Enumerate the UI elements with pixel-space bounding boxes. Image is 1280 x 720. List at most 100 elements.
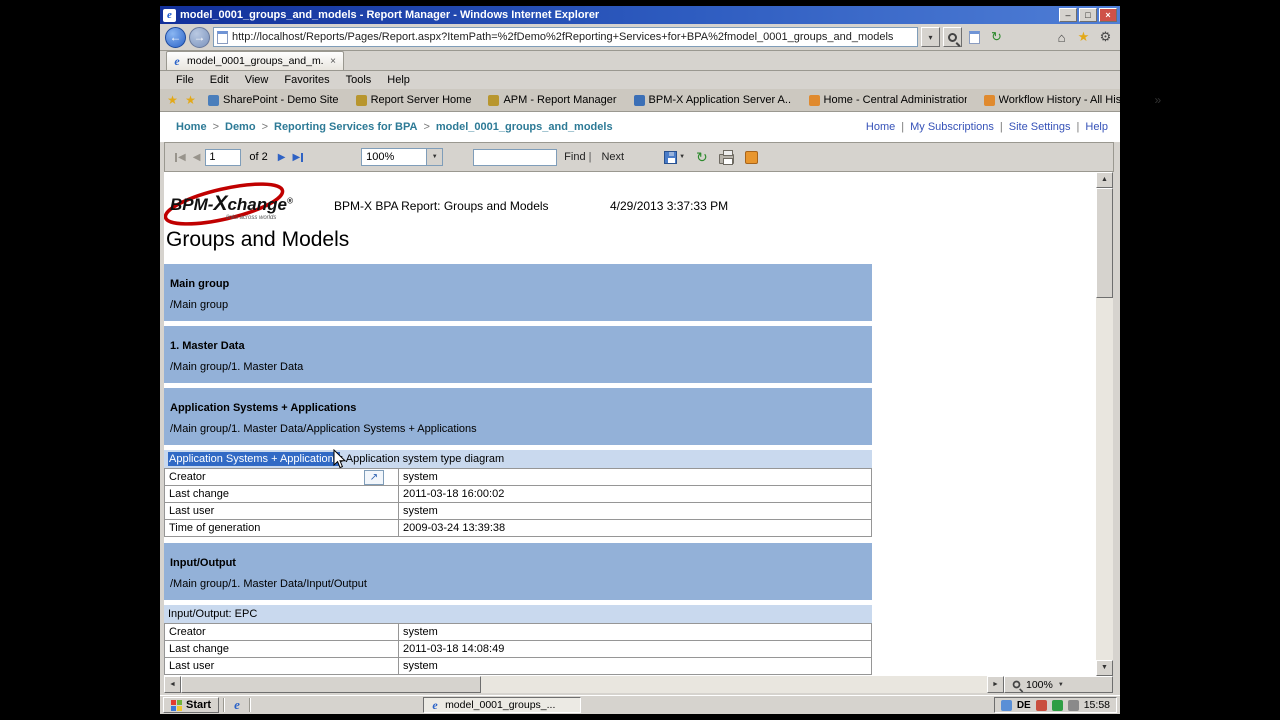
link-help[interactable]: Help bbox=[1085, 121, 1108, 133]
group-path: /Main group/1. Master Data bbox=[170, 361, 304, 373]
group-path: /Main group/1. Master Data/Input/Output bbox=[170, 578, 367, 590]
tab-close-icon[interactable]: × bbox=[327, 56, 339, 67]
table-row: Time of generation 2009-03-24 13:39:38 bbox=[164, 519, 872, 537]
next-page-button[interactable]: ▶ bbox=[276, 152, 288, 163]
find-next-button[interactable]: Next bbox=[601, 151, 624, 163]
page-icon bbox=[217, 30, 228, 44]
vertical-scroll-thumb[interactable] bbox=[1096, 188, 1113, 298]
bottom-scroll-row: ◄ ► 100% ▼ bbox=[164, 676, 1113, 693]
tray-icon[interactable] bbox=[1051, 699, 1063, 711]
compatibility-view-button[interactable] bbox=[965, 28, 984, 47]
zoom-icon bbox=[1012, 680, 1021, 689]
clock: 15:58 bbox=[1083, 699, 1110, 711]
export-disk-icon bbox=[664, 150, 678, 164]
scroll-down-button[interactable]: ▼ bbox=[1096, 660, 1113, 676]
scroll-right-button[interactable]: ► bbox=[987, 676, 1004, 693]
model-name-selected-text[interactable]: Application Systems + Applications bbox=[168, 452, 341, 466]
last-page-button[interactable]: ▶ bbox=[290, 152, 305, 163]
favorites-center-icon[interactable]: ★ bbox=[165, 93, 180, 107]
back-button[interactable]: ← bbox=[165, 26, 186, 48]
zoom-level: 100% bbox=[1026, 678, 1053, 691]
tray-icon[interactable] bbox=[1000, 699, 1012, 711]
favorite-item-central-admin[interactable]: Home - Central Administration bbox=[802, 92, 974, 108]
page-zoom-control[interactable]: 100% ▼ bbox=[1004, 676, 1113, 693]
address-dropdown-button[interactable]: ▾ bbox=[921, 27, 940, 47]
favorite-item-sharepoint[interactable]: SharePoint - Demo Site bbox=[201, 92, 346, 108]
horizontal-scrollbar[interactable]: ◄ ► bbox=[164, 676, 1004, 693]
link-site-settings[interactable]: Site Settings bbox=[1009, 121, 1071, 133]
start-button[interactable]: Start bbox=[163, 697, 220, 713]
find-text-input[interactable] bbox=[473, 148, 558, 166]
add-favorite-icon[interactable]: ★ bbox=[183, 93, 198, 107]
toggle-sort-button[interactable]: ↗ bbox=[364, 470, 384, 485]
menu-bar: File Edit View Favorites Tools Help bbox=[160, 71, 1120, 89]
ie-window: e model_0001_groups_and_models - Report … bbox=[160, 6, 1161, 714]
page-count-label: of 2 bbox=[249, 151, 268, 163]
favorites-overflow-button[interactable]: » bbox=[1150, 93, 1167, 107]
menu-view[interactable]: View bbox=[237, 72, 277, 88]
previous-page-button[interactable]: ◀ bbox=[191, 152, 203, 163]
windows-logo-icon bbox=[171, 699, 182, 711]
favorite-item-apm[interactable]: APM - Report Manager bbox=[481, 92, 623, 108]
browser-tab[interactable]: e model_0001_groups_and_m... × bbox=[166, 51, 344, 70]
breadcrumb-home[interactable]: Home bbox=[176, 121, 207, 133]
favorites-button[interactable]: ★ bbox=[1074, 28, 1093, 47]
home-button[interactable]: ⌂ bbox=[1052, 28, 1071, 47]
breadcrumb-folder[interactable]: Reporting Services for BPA bbox=[274, 121, 417, 133]
maximize-button[interactable]: □ bbox=[1079, 8, 1097, 22]
ie-favicon: e bbox=[174, 54, 180, 68]
page-title: Groups and Models bbox=[166, 228, 350, 251]
taskbar-divider bbox=[249, 698, 252, 712]
link-home[interactable]: Home bbox=[866, 121, 895, 133]
scroll-left-button[interactable]: ◄ bbox=[164, 676, 181, 693]
cell-value: 2009-03-24 13:39:38 bbox=[398, 519, 872, 537]
export-button[interactable]: ▼ bbox=[664, 150, 686, 164]
search-button[interactable] bbox=[943, 27, 962, 47]
menu-help[interactable]: Help bbox=[379, 72, 418, 88]
chevron-down-icon[interactable]: ▼ bbox=[426, 149, 443, 165]
minimize-button[interactable]: – bbox=[1059, 8, 1077, 22]
group-block-input-output: Input/Output /Main group/1. Master Data/… bbox=[164, 543, 872, 600]
refresh-button[interactable]: ↻ bbox=[987, 28, 1006, 47]
language-indicator[interactable]: DE bbox=[1017, 700, 1031, 711]
find-button[interactable]: Find bbox=[564, 151, 585, 163]
cell-value: 2011-03-18 14:08:49 bbox=[398, 640, 872, 658]
page-navigation: ◀ ◀ of 2 ▶ ▶ bbox=[173, 148, 305, 166]
data-feed-button[interactable] bbox=[744, 150, 758, 164]
tools-gear-button[interactable]: ⚙ bbox=[1096, 28, 1115, 47]
taskbar-task-button[interactable]: e model_0001_groups_... bbox=[423, 697, 582, 713]
viewer-action-icons: ▼ ↻ bbox=[664, 149, 758, 165]
horizontal-scroll-thumb[interactable] bbox=[181, 676, 481, 693]
vertical-scrollbar[interactable]: ▲ ▼ bbox=[1096, 172, 1113, 676]
model-type-label: : Application system type diagram bbox=[340, 453, 505, 465]
breadcrumb-demo[interactable]: Demo bbox=[225, 121, 256, 133]
report-viewport[interactable]: BPM-Xchange® links across worlds BPM-X B… bbox=[164, 172, 1096, 676]
link-my-subscriptions[interactable]: My Subscriptions bbox=[910, 121, 994, 133]
menu-file[interactable]: File bbox=[168, 72, 202, 88]
breadcrumb-separator: > bbox=[212, 121, 219, 133]
breadcrumb-current: model_0001_groups_and_models bbox=[435, 121, 613, 133]
menu-tools[interactable]: Tools bbox=[338, 72, 380, 88]
print-button[interactable] bbox=[718, 149, 734, 165]
favorite-item-workflow-history[interactable]: Workflow History - All History bbox=[977, 92, 1147, 108]
menu-edit[interactable]: Edit bbox=[202, 72, 237, 88]
window-controls: – □ × bbox=[1059, 8, 1117, 22]
chevron-down-icon: ▼ bbox=[679, 154, 686, 160]
favorite-label: APM - Report Manager bbox=[503, 94, 617, 106]
group-path: /Main group bbox=[170, 299, 229, 311]
address-bar[interactable]: http://localhost/Reports/Pages/Report.as… bbox=[213, 27, 918, 47]
menu-favorites[interactable]: Favorites bbox=[276, 72, 337, 88]
page-number-input[interactable] bbox=[205, 148, 242, 166]
close-button[interactable]: × bbox=[1099, 8, 1117, 22]
tray-icon[interactable] bbox=[1035, 699, 1047, 711]
quicklaunch-ie-icon[interactable]: e bbox=[229, 697, 245, 713]
favorite-item-bpmx[interactable]: BPM-X Application Server A... bbox=[627, 92, 799, 108]
window-titlebar[interactable]: e model_0001_groups_and_models - Report … bbox=[160, 6, 1120, 24]
forward-button[interactable]: → bbox=[189, 26, 210, 48]
refresh-report-button[interactable]: ↻ bbox=[696, 150, 708, 164]
first-page-button[interactable]: ◀ bbox=[173, 152, 188, 163]
scroll-up-button[interactable]: ▲ bbox=[1096, 172, 1113, 188]
favorite-item-report-server[interactable]: Report Server Home bbox=[349, 92, 479, 108]
tray-icon[interactable] bbox=[1067, 699, 1079, 711]
zoom-select[interactable]: 100% ▼ bbox=[361, 148, 444, 166]
